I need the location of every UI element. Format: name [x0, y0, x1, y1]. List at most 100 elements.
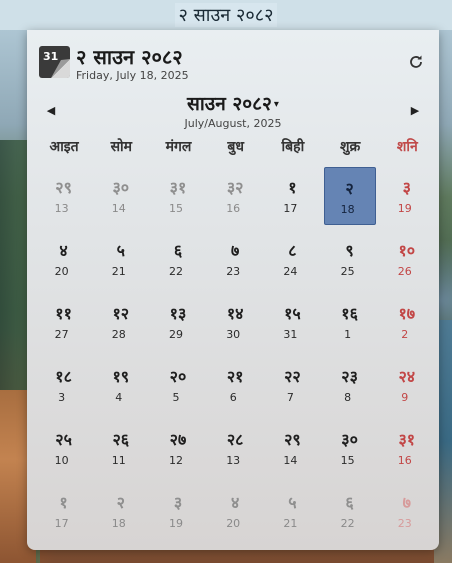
- calendar-app-icon: 31: [39, 46, 70, 78]
- calendar-day[interactable]: २७ 12: [152, 419, 204, 477]
- nepali-date: ६: [345, 493, 354, 512]
- calendar-day[interactable]: २५ 10: [38, 419, 90, 477]
- gregorian-date: 14: [111, 202, 126, 215]
- gregorian-date: 6: [229, 391, 237, 404]
- calendar-day[interactable]: २ 18: [95, 482, 147, 540]
- nepali-date: २४: [398, 367, 416, 386]
- calendar-day[interactable]: ३१ 16: [381, 419, 433, 477]
- nepali-date: ३२: [226, 178, 244, 197]
- gregorian-date: 30: [226, 328, 241, 341]
- calendar-day[interactable]: ४ 20: [209, 482, 261, 540]
- chevron-down-icon: ▾: [273, 99, 279, 110]
- nepali-date: १८: [55, 367, 72, 386]
- nepali-date: १: [288, 178, 297, 197]
- calendar-popup: 31 २ साउन २०८२ Friday, July 18, 2025 ◀ स…: [27, 30, 439, 550]
- calendar-day[interactable]: १२ 28: [95, 293, 147, 351]
- nepali-date: ३: [402, 178, 411, 197]
- calendar-day[interactable]: ३० 14: [95, 167, 147, 225]
- nepali-date: ३१: [398, 430, 416, 449]
- nepali-date: २७: [169, 430, 187, 449]
- calendar-day[interactable]: २१ 6: [209, 356, 261, 414]
- calendar-day[interactable]: २४ 9: [381, 356, 433, 414]
- nepali-date: २५: [55, 430, 72, 449]
- calendar-day[interactable]: २९ 14: [266, 419, 318, 477]
- calendar-day[interactable]: १३ 29: [152, 293, 204, 351]
- nepali-date: २९: [284, 430, 301, 449]
- nepali-date: ११: [55, 304, 72, 323]
- header-subtitle: Friday, July 18, 2025: [76, 69, 189, 82]
- calendar-day[interactable]: १५ 31: [266, 293, 318, 351]
- gregorian-date: 13: [54, 202, 69, 215]
- nepali-date: ३०: [341, 430, 358, 449]
- month-selector[interactable]: साउन २०८२ ▾: [27, 90, 439, 116]
- calendar-day[interactable]: २६ 11: [95, 419, 147, 477]
- weekday-header: आइत सोम मंगल बुध बिही शुक्र शनि: [35, 137, 435, 159]
- calendar-day[interactable]: २९ 13: [38, 167, 90, 225]
- weekday-label: सोम: [110, 139, 133, 155]
- gregorian-date: 22: [340, 517, 355, 530]
- calendar-day[interactable]: १६ 1: [324, 293, 376, 351]
- calendar-day[interactable]: १७ 2: [381, 293, 433, 351]
- gregorian-date: 5: [172, 391, 180, 404]
- calendar-day[interactable]: ४ 20: [38, 230, 90, 288]
- calendar-day[interactable]: १ 17: [266, 167, 318, 225]
- calendar-day[interactable]: ३ 19: [381, 167, 433, 225]
- refresh-icon[interactable]: [407, 54, 425, 72]
- nepali-date: ३१: [169, 178, 187, 197]
- weekday-label: बुध: [227, 139, 244, 155]
- calendar-day[interactable]: ५ 21: [95, 230, 147, 288]
- nepali-date: १५: [284, 304, 301, 323]
- next-month-button[interactable]: ▶: [408, 104, 422, 118]
- panel-date-label[interactable]: २ साउन २०८२: [174, 3, 278, 27]
- calendar-day[interactable]: १९ 4: [95, 356, 147, 414]
- gregorian-date: 2: [401, 328, 409, 341]
- calendar-day[interactable]: ५ 21: [266, 482, 318, 540]
- calendar-day[interactable]: २२ 7: [266, 356, 318, 414]
- gregorian-date: 9: [401, 391, 409, 404]
- weekday-label: आइत: [49, 139, 79, 155]
- gregorian-date: 28: [111, 328, 126, 341]
- nepali-date: ३०: [112, 178, 130, 197]
- gregorian-date: 7: [286, 391, 294, 404]
- gregorian-date: 10: [54, 454, 69, 467]
- calendar-day[interactable]: ७ 23: [209, 230, 261, 288]
- gregorian-date: 16: [226, 202, 241, 215]
- gregorian-date: 15: [169, 202, 183, 215]
- calendar-day[interactable]: ६ 22: [324, 482, 376, 540]
- nepali-date: १०: [398, 241, 416, 260]
- calendar-day[interactable]: १४ 30: [209, 293, 261, 351]
- nepali-date: २०: [169, 367, 187, 386]
- calendar-day[interactable]: ३० 15: [324, 419, 376, 477]
- panel-date-widget[interactable]: २ साउन २०८२: [0, 0, 452, 30]
- gregorian-date: 13: [226, 454, 241, 467]
- calendar-day[interactable]: ३१ 15: [152, 167, 204, 225]
- calendar-day[interactable]: ३ 19: [152, 482, 204, 540]
- nepali-date: २३: [341, 367, 358, 386]
- calendar-day[interactable]: ६ 22: [152, 230, 204, 288]
- nepali-date: २: [345, 179, 354, 198]
- gregorian-date: 26: [397, 265, 412, 278]
- gregorian-date: 19: [169, 517, 183, 530]
- calendar-day[interactable]: १० 26: [381, 230, 433, 288]
- calendar-day[interactable]: २८ 13: [209, 419, 261, 477]
- calendar-day-today[interactable]: २ 18: [323, 167, 376, 225]
- calendar-day[interactable]: ३२ 16: [209, 167, 261, 225]
- nepali-date: २९: [55, 178, 72, 197]
- gregorian-date: 16: [397, 454, 412, 467]
- calendar-app-icon-text: 31: [43, 50, 58, 63]
- gregorian-date: 8: [344, 391, 352, 404]
- nepali-date: ७: [402, 493, 411, 512]
- gregorian-date: 18: [340, 203, 355, 216]
- calendar-day[interactable]: २० 5: [152, 356, 204, 414]
- calendar-day[interactable]: ११ 27: [38, 293, 90, 351]
- gregorian-date: 14: [283, 454, 298, 467]
- gregorian-date: 3: [58, 391, 66, 404]
- gregorian-date: 22: [169, 265, 183, 278]
- calendar-day[interactable]: १८ 3: [38, 356, 90, 414]
- calendar-day[interactable]: १ 17: [38, 482, 90, 540]
- calendar-day[interactable]: २३ 8: [324, 356, 376, 414]
- nepali-date: १२: [112, 304, 130, 323]
- calendar-day[interactable]: ७ 23: [381, 482, 433, 540]
- calendar-day[interactable]: ८ 24: [266, 230, 318, 288]
- calendar-day[interactable]: ९ 25: [324, 230, 376, 288]
